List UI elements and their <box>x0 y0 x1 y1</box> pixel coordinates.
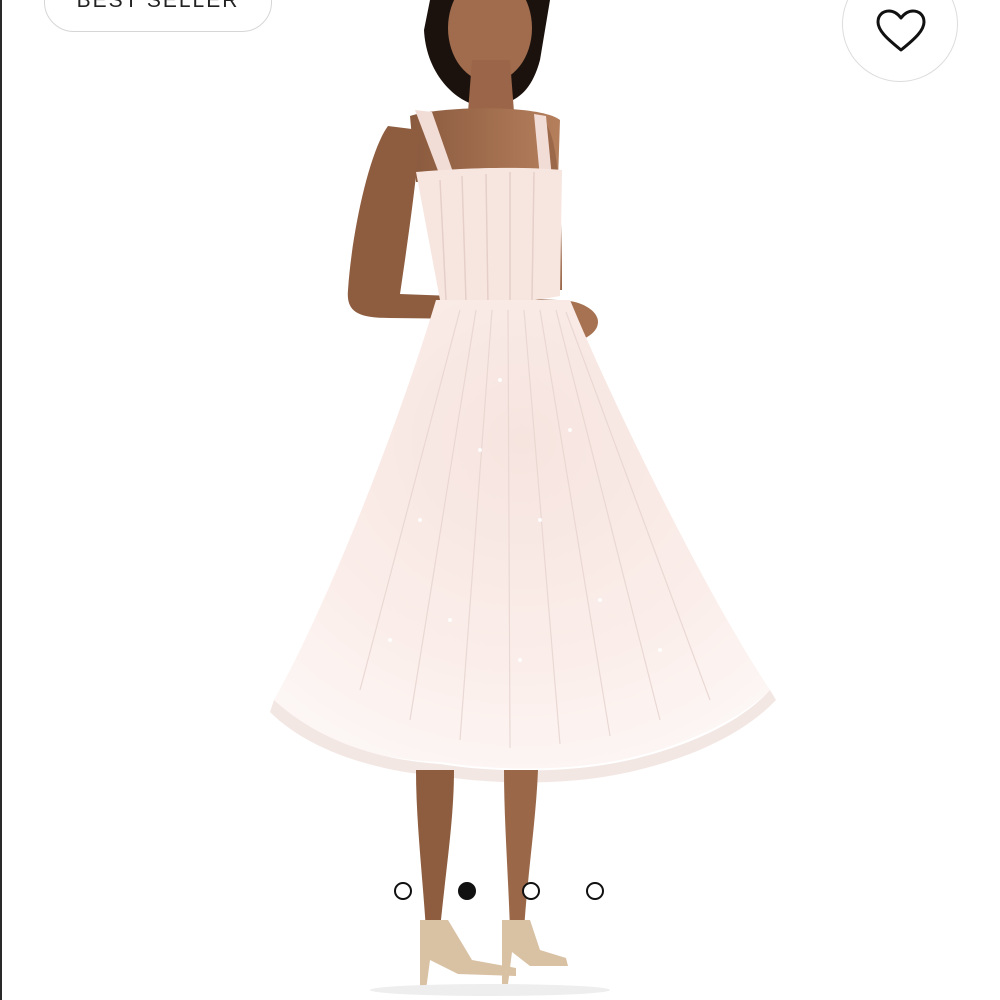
product-photo <box>270 0 776 996</box>
product-gallery: BEST SELLER <box>0 0 1000 1000</box>
carousel-dot-3[interactable] <box>522 882 540 900</box>
screen-edge <box>0 0 2 1000</box>
favorite-button[interactable] <box>842 0 958 82</box>
best-seller-label: BEST SELLER <box>76 0 240 12</box>
carousel-dot-1[interactable] <box>394 882 412 900</box>
carousel-dot-4[interactable] <box>586 882 604 900</box>
heart-outline-icon <box>876 9 926 52</box>
best-seller-badge: BEST SELLER <box>44 0 272 32</box>
carousel-dots <box>394 882 614 904</box>
carousel-dot-2[interactable] <box>458 882 476 900</box>
